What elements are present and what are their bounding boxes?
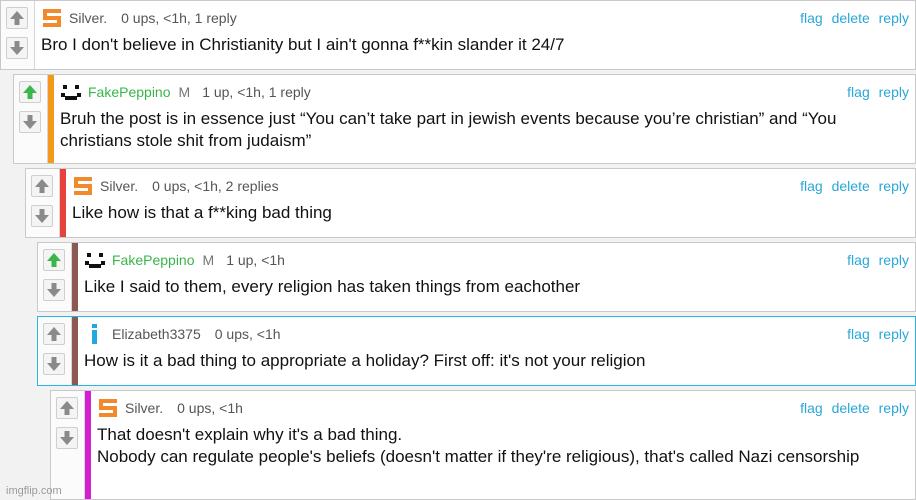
vote-column (26, 169, 60, 237)
silver-logo-icon[interactable] (72, 175, 94, 197)
upvote-button[interactable] (19, 81, 41, 103)
downvote-button[interactable] (19, 111, 41, 133)
flag-link[interactable]: flag (847, 84, 870, 100)
username-link[interactable]: FakePeppino (112, 252, 195, 268)
comment-2: FakePeppino M 1 up, <1h, 1 reply flag re… (13, 74, 916, 164)
reply-link[interactable]: reply (879, 252, 909, 268)
info-icon[interactable] (84, 323, 106, 345)
comment-actions: flag delete reply (795, 400, 909, 416)
comment-stats: 1 up, <1h (226, 252, 285, 268)
thread-stripe (48, 75, 54, 163)
thread-stripe (60, 169, 66, 237)
comment-4: FakePeppino M 1 up, <1h flag reply Like … (37, 242, 916, 312)
mod-badge: M (178, 84, 191, 100)
flag-link[interactable]: flag (800, 10, 823, 26)
flag-link[interactable]: flag (847, 326, 870, 342)
comment-6: Silver. 0 ups, <1h flag delete reply Tha… (50, 390, 916, 500)
comment-text: Like I said to them, every religion has … (84, 277, 581, 296)
pixel-face-icon[interactable] (84, 249, 106, 271)
silver-logo-icon[interactable] (41, 7, 63, 29)
comment-meta: Silver. 0 ups, <1h, 1 reply (41, 7, 237, 29)
username-link[interactable]: FakePeppino (88, 84, 171, 100)
downvote-button[interactable] (6, 37, 28, 59)
reply-link[interactable]: reply (879, 10, 909, 26)
vote-column (1, 1, 35, 69)
upvote-button[interactable] (56, 397, 78, 419)
upvote-button[interactable] (31, 175, 53, 197)
flag-link[interactable]: flag (800, 400, 823, 416)
comment-actions: flag reply (842, 252, 909, 268)
downvote-button[interactable] (43, 279, 65, 301)
comment-stats: 1 up, <1h, 1 reply (202, 84, 311, 100)
comment-1: Silver. 0 ups, <1h, 1 reply flag delete … (0, 0, 916, 70)
comment-meta: Silver. 0 ups, <1h, 2 replies (72, 175, 279, 197)
downvote-button[interactable] (43, 353, 65, 375)
vote-column (14, 75, 48, 163)
thread-stripe (85, 391, 91, 499)
thread-stripe (72, 243, 78, 311)
mod-badge: M (202, 252, 215, 268)
comment-actions: flag delete reply (795, 178, 909, 194)
thread-stripe (72, 317, 78, 385)
comment-meta: FakePeppino M 1 up, <1h, 1 reply (60, 81, 311, 103)
flag-link[interactable]: flag (800, 178, 823, 194)
reply-link[interactable]: reply (879, 178, 909, 194)
comment-text: That doesn't explain why it's a bad thin… (97, 425, 860, 466)
vote-column (38, 243, 72, 311)
comment-meta: Elizabeth3375 0 ups, <1h (84, 323, 281, 345)
comment-actions: flag delete reply (795, 10, 909, 26)
comment-5: Elizabeth3375 0 ups, <1h flag reply How … (37, 316, 916, 386)
comment-text: How is it a bad thing to appropriate a h… (84, 351, 646, 370)
comment-stats: 0 ups, <1h, 1 reply (121, 10, 237, 26)
username-link[interactable]: Elizabeth3375 (112, 326, 201, 342)
pixel-face-icon[interactable] (60, 81, 82, 103)
comment-text: Like how is that a f**king bad thing (72, 203, 332, 222)
delete-link[interactable]: delete (832, 400, 870, 416)
comment-text: Bruh the post is in essence just “You ca… (60, 109, 837, 150)
silver-logo-icon[interactable] (97, 397, 119, 419)
comment-3: Silver. 0 ups, <1h, 2 replies flag delet… (25, 168, 916, 238)
username-link[interactable]: Silver. (69, 10, 107, 26)
vote-column (51, 391, 85, 499)
upvote-button[interactable] (6, 7, 28, 29)
comment-stats: 0 ups, <1h (177, 400, 243, 416)
comment-actions: flag reply (842, 326, 909, 342)
downvote-button[interactable] (31, 205, 53, 227)
flag-link[interactable]: flag (847, 252, 870, 268)
comment-text: Bro I don't believe in Christianity but … (41, 35, 565, 54)
upvote-button[interactable] (43, 323, 65, 345)
username-link[interactable]: Silver. (125, 400, 163, 416)
comment-stats: 0 ups, <1h, 2 replies (152, 178, 279, 194)
comment-stats: 0 ups, <1h (214, 326, 281, 342)
reply-link[interactable]: reply (879, 326, 909, 342)
reply-link[interactable]: reply (879, 400, 909, 416)
downvote-button[interactable] (56, 427, 78, 449)
comment-meta: Silver. 0 ups, <1h (97, 397, 243, 419)
delete-link[interactable]: delete (832, 178, 870, 194)
vote-column (38, 317, 72, 385)
upvote-button[interactable] (43, 249, 65, 271)
reply-link[interactable]: reply (879, 84, 909, 100)
delete-link[interactable]: delete (832, 10, 870, 26)
comment-meta: FakePeppino M 1 up, <1h (84, 249, 285, 271)
comment-actions: flag reply (842, 84, 909, 100)
username-link[interactable]: Silver. (100, 178, 138, 194)
imgflip-watermark: imgflip.com (6, 485, 62, 497)
